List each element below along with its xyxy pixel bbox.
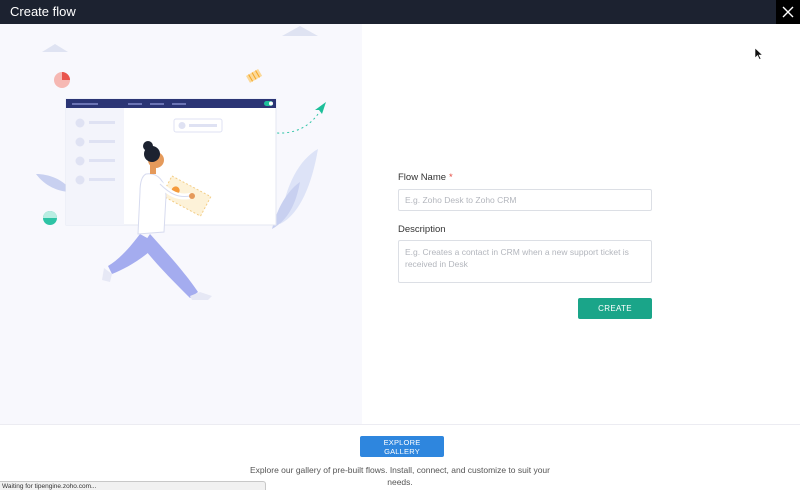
flow-name-label-text: Flow Name (398, 172, 447, 183)
cloud-shape (42, 44, 68, 52)
tag-ornament (246, 69, 263, 83)
close-icon (782, 6, 794, 18)
required-marker: * (449, 172, 453, 183)
mouse-cursor-icon (755, 48, 763, 60)
onboarding-illustration (36, 26, 326, 300)
window-titlebar: Create flow (0, 0, 800, 24)
window-title: Create flow (10, 4, 76, 19)
illustration-panel (0, 24, 362, 424)
description-label: Description (398, 224, 446, 235)
flow-name-input[interactable] (398, 189, 652, 211)
description-input[interactable] (398, 240, 652, 283)
create-button[interactable]: CREATE (578, 298, 652, 319)
paper-plane-icon (315, 102, 326, 114)
footer-description: Explore our gallery of pre-built flows. … (249, 465, 550, 487)
cloud-shape (282, 26, 318, 36)
status-bar: Waiting for tipengine.zoho.com... (0, 481, 266, 490)
close-button[interactable] (776, 0, 800, 24)
explore-gallery-button[interactable]: EXPLORE GALLERY (360, 436, 444, 457)
flow-name-label: Flow Name * (398, 172, 453, 183)
